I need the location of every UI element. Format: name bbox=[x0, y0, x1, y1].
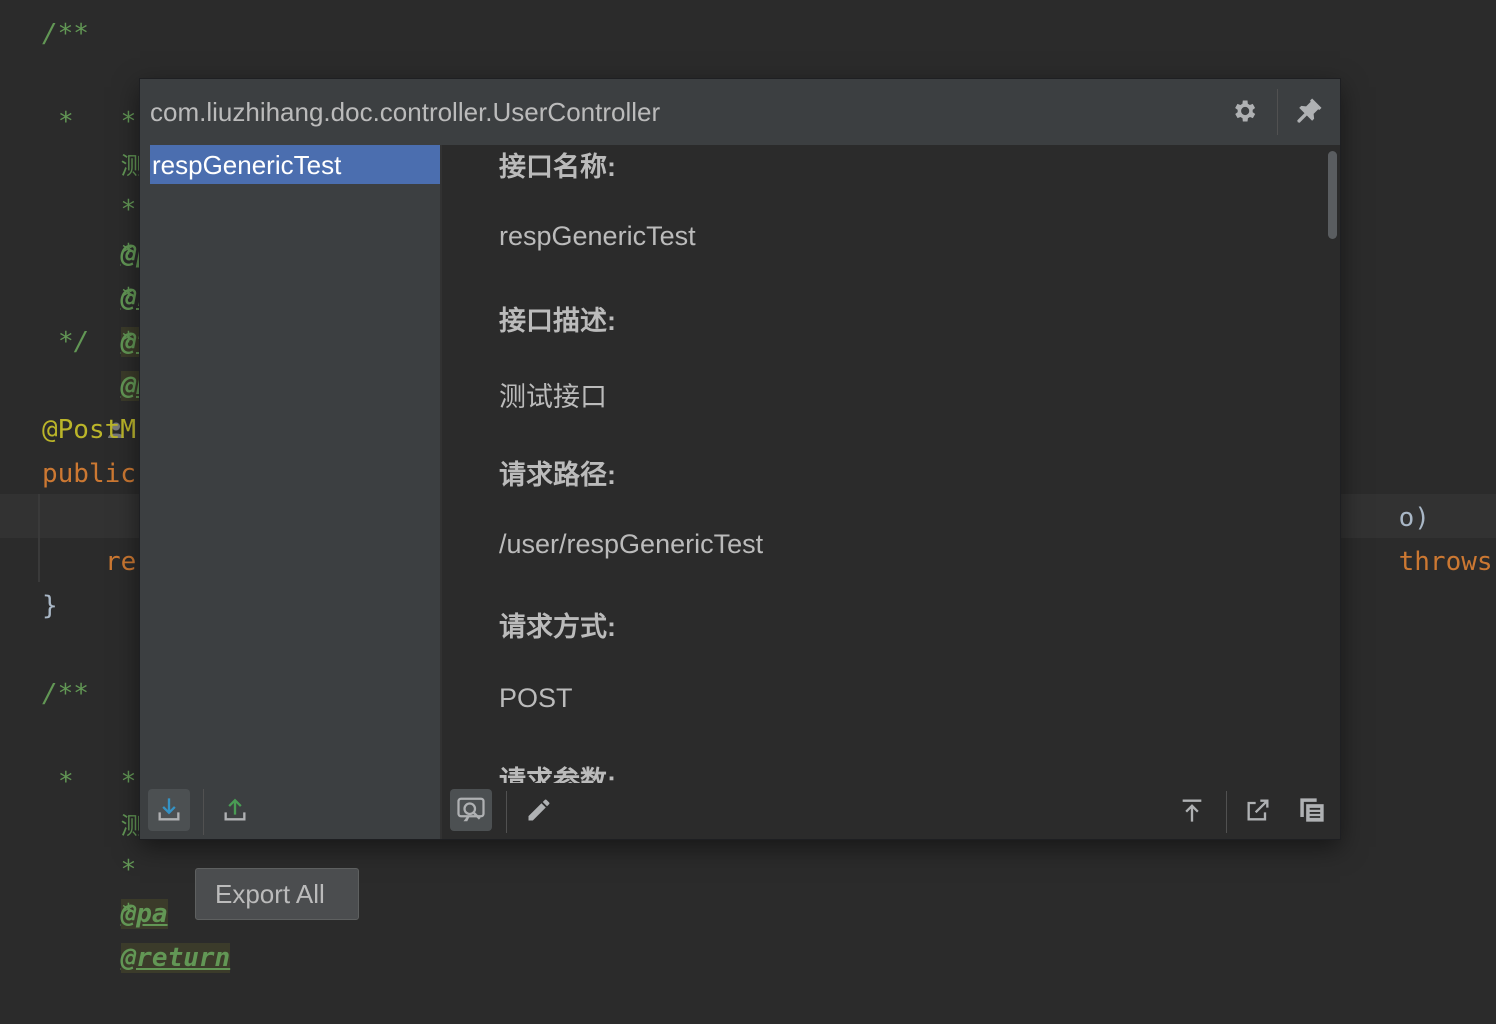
interface-desc-label: 接口描述: bbox=[499, 306, 616, 336]
code-line: o) throws bbox=[1336, 452, 1493, 577]
javadoc-tag: @return bbox=[120, 943, 231, 973]
code-brace: } bbox=[42, 591, 58, 621]
toolbar-divider bbox=[203, 789, 204, 835]
header-divider bbox=[1277, 89, 1278, 135]
interface-name-value: respGenericTest bbox=[499, 221, 696, 251]
doc-content: 接口名称: respGenericTest 接口描述: 测试接口 请求路径: /… bbox=[442, 145, 1330, 783]
open-external-button[interactable] bbox=[1237, 789, 1279, 831]
preview-search-button[interactable] bbox=[450, 789, 492, 831]
toolbar-divider bbox=[1226, 791, 1227, 833]
method-list-item[interactable]: respGenericTest bbox=[150, 145, 440, 184]
interface-name-label: 接口名称: bbox=[499, 152, 616, 182]
method-list-panel: respGenericTest bbox=[140, 145, 440, 839]
tooltip-text: Export All bbox=[215, 879, 325, 909]
code-line: /** bbox=[42, 679, 89, 709]
copy-button[interactable] bbox=[1291, 789, 1333, 831]
import-icon bbox=[158, 798, 180, 821]
request-method-label: 请求方式: bbox=[499, 612, 616, 642]
comment-star: * bbox=[120, 107, 137, 137]
code-keyword: public bbox=[42, 459, 136, 489]
settings-button[interactable] bbox=[1224, 91, 1264, 131]
comment-star: * bbox=[120, 327, 137, 357]
gear-icon bbox=[1235, 100, 1256, 122]
doc-preview-panel[interactable]: 接口名称: respGenericTest 接口描述: 测试接口 请求路径: /… bbox=[440, 145, 1340, 839]
pin-icon bbox=[1297, 98, 1322, 123]
indent-guide bbox=[38, 494, 40, 582]
preview-toolbar bbox=[442, 783, 1340, 839]
open-external-icon bbox=[1247, 799, 1269, 821]
request-params-label: 请求参数: bbox=[499, 766, 616, 783]
edit-button[interactable] bbox=[518, 789, 560, 831]
pin-button[interactable] bbox=[1289, 91, 1329, 131]
method-list-item-label: respGenericTest bbox=[152, 150, 342, 180]
import-button[interactable] bbox=[148, 789, 190, 831]
code-line: * bbox=[58, 767, 74, 797]
interface-desc-value: 测试接口 bbox=[499, 382, 607, 412]
preview-search-icon bbox=[457, 797, 485, 822]
request-path-label: 请求路径: bbox=[499, 460, 616, 490]
code-line: * bbox=[58, 107, 74, 137]
popup-title: com.liuzhihang.doc.controller.UserContro… bbox=[150, 97, 661, 127]
comment-star: * bbox=[120, 899, 137, 929]
code-keyword: re bbox=[105, 547, 137, 577]
api-doc-popup: com.liuzhihang.doc.controller.UserContro… bbox=[140, 79, 1340, 839]
code-line: */ bbox=[58, 327, 90, 357]
toolbar-divider bbox=[506, 791, 507, 833]
scroll-top-icon bbox=[1182, 799, 1202, 822]
code-keyword: throws bbox=[1398, 547, 1493, 577]
code-text: o) bbox=[1398, 503, 1430, 533]
scrollbar-thumb[interactable] bbox=[1328, 151, 1337, 239]
code-line: /** bbox=[42, 19, 89, 49]
scroll-top-button[interactable] bbox=[1171, 789, 1213, 831]
export-all-button[interactable] bbox=[214, 789, 256, 831]
comment-star: * bbox=[120, 767, 137, 797]
code-annotation: @PostM bbox=[42, 415, 136, 445]
edit-icon bbox=[528, 799, 550, 821]
popup-header[interactable]: com.liuzhihang.doc.controller.UserContro… bbox=[140, 79, 1340, 146]
export-all-tooltip: Export All bbox=[195, 868, 359, 920]
export-icon bbox=[224, 798, 246, 821]
request-method-value: POST bbox=[499, 683, 573, 713]
request-path-value: /user/respGenericTest bbox=[499, 529, 764, 559]
copy-icon bbox=[1300, 798, 1324, 822]
